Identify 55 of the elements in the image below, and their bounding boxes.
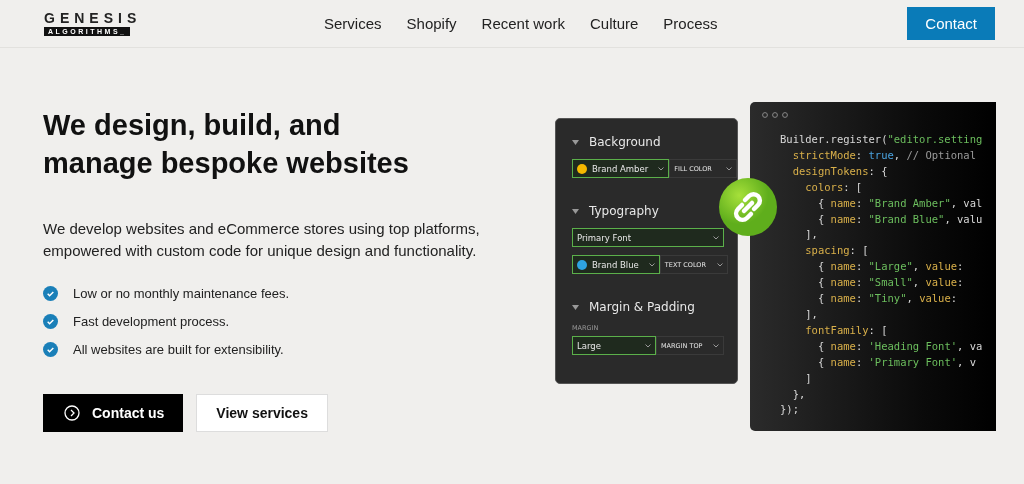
code-line: strictMode: true, // Optional xyxy=(791,147,977,163)
triangle-icon xyxy=(572,304,579,310)
dropdown[interactable]: Primary Font xyxy=(572,228,724,247)
contact-button[interactable]: Contact xyxy=(907,7,995,40)
hero-heading: We design, build, and manage bespoke websites xyxy=(43,108,410,181)
check-icon xyxy=(43,314,58,329)
code-line: { name: "Brand Amber", val xyxy=(816,195,984,211)
link-icon xyxy=(719,178,777,236)
nav-link[interactable]: Shopify xyxy=(406,15,457,32)
chevron-down-icon xyxy=(716,262,723,267)
nav-link[interactable]: Services xyxy=(324,15,382,32)
section-title: Background xyxy=(589,135,661,149)
code-line: Builder.register("editor.setting xyxy=(780,132,984,147)
nav-link[interactable]: Culture xyxy=(589,15,639,32)
code-line: ], xyxy=(804,306,819,322)
chevron-down-icon xyxy=(713,343,719,348)
dropdown[interactable]: Brand Amber xyxy=(572,159,670,178)
view-services-button[interactable]: View services xyxy=(196,394,328,432)
logo-text: GENESIS xyxy=(44,11,142,25)
code-line: }, xyxy=(791,386,807,402)
code-line: fontFamily: [ xyxy=(804,322,889,338)
feature-text: Low or no monthly maintenance fees. xyxy=(73,286,290,301)
chevron-down-icon xyxy=(658,166,665,171)
code-line: spacing: [ xyxy=(804,243,870,259)
code-line: { name: "Brand Blue", valu xyxy=(816,211,984,227)
contact-us-button[interactable]: Contact us xyxy=(43,394,184,432)
chevron-down-icon xyxy=(648,262,655,267)
dropdown[interactable]: Brand Blue xyxy=(572,255,660,274)
code-line: designTokens: { xyxy=(791,163,889,179)
nav-link[interactable]: Process xyxy=(663,15,718,32)
section-title: Typography xyxy=(589,204,659,218)
code-line: }); xyxy=(780,402,800,418)
code-line: { name: "Large", value: xyxy=(816,259,965,275)
section-title: Margin & Padding xyxy=(589,300,695,314)
code-line: { name: 'Heading Font', va xyxy=(816,338,984,354)
check-icon xyxy=(43,342,58,357)
chevron-down-icon xyxy=(726,166,733,171)
feature-text: All websites are built for extensibility. xyxy=(73,342,284,357)
code-line: colors: [ xyxy=(804,179,864,195)
hero-description: We develop websites and eCommerce stores using top platforms, empowered with custom code for unique design and functionality. xyxy=(43,219,481,261)
triangle-icon xyxy=(572,139,579,145)
code-line: { name: 'Primary Font', v xyxy=(816,354,977,370)
triangle-icon xyxy=(572,208,579,214)
code-line: ] xyxy=(804,370,813,386)
feature-text: Fast development process. xyxy=(73,314,230,329)
chevron-circle-icon xyxy=(64,405,80,421)
code-line: { name: "Tiny", value: xyxy=(816,291,959,307)
window-dots-icon xyxy=(762,112,788,118)
dropdown[interactable]: Large xyxy=(572,336,656,355)
code-line: { name: "Small", value: xyxy=(816,275,965,291)
code-line: ], xyxy=(804,227,819,243)
check-icon xyxy=(43,286,58,301)
chevron-down-icon xyxy=(645,343,651,348)
chevron-down-icon xyxy=(713,235,719,240)
nav-link[interactable]: Recent work xyxy=(481,15,565,32)
